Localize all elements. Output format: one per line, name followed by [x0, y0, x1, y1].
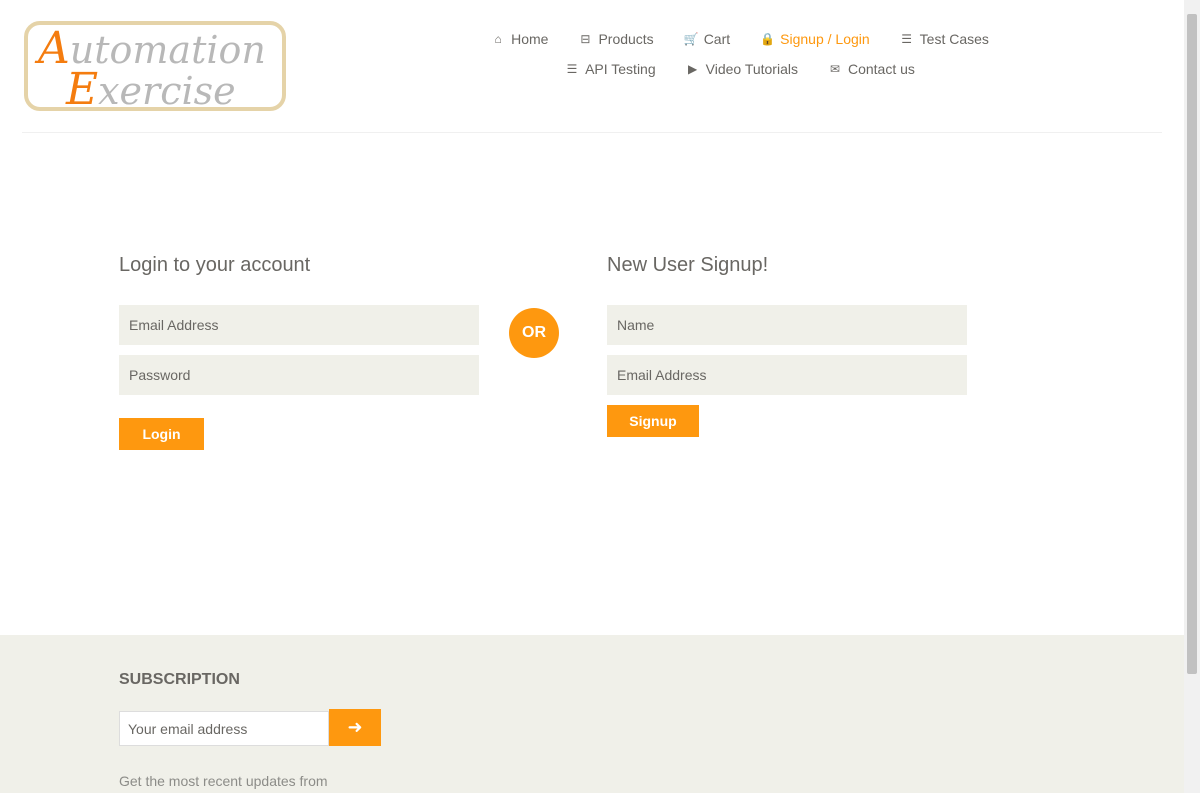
nav-test-cases[interactable]: ☰ Test Cases: [900, 30, 989, 48]
envelope-icon: ✉: [829, 62, 841, 76]
list-icon: ☰: [901, 32, 913, 46]
nav-label: Cart: [703, 31, 731, 47]
nav-label: Contact us: [847, 61, 915, 77]
subscription-title: SUBSCRIPTION: [119, 671, 240, 688]
briefcase-icon: ⊟: [580, 32, 591, 46]
page: Automation Exercise ⌂ Home ⊟ Products 🛒 Car…: [0, 0, 1184, 793]
nav-api-testing[interactable]: ☰ API Testing: [565, 60, 656, 78]
login-title: Login to your account: [119, 254, 311, 276]
scrollbar-thumb[interactable]: [1187, 14, 1197, 674]
signup-button[interactable]: Signup: [607, 405, 699, 437]
nav-signup-login[interactable]: 🔒 Signup / Login: [760, 30, 870, 48]
subscription-text: Get the most recent updates from: [119, 773, 328, 789]
logo-text: xercise: [98, 69, 236, 113]
footer: SUBSCRIPTION ➜ Get the most recent updat…: [0, 635, 1184, 793]
nav-label: Signup / Login: [780, 31, 870, 47]
nav-label: API Testing: [585, 61, 656, 77]
logo-text: utomation: [69, 28, 266, 72]
nav-contact-us[interactable]: ✉ Contact us: [828, 60, 915, 78]
main-nav: ⌂ Home ⊟ Products 🛒 Cart 🔒 Signup / Login ☰ T…: [420, 30, 1060, 78]
nav-label: Products: [598, 31, 654, 47]
logo[interactable]: Automation Exercise: [24, 21, 286, 113]
cart-icon: 🛒: [683, 32, 699, 46]
lock-icon: 🔒: [760, 32, 776, 46]
logo-text: A: [38, 23, 70, 74]
scrollbar[interactable]: [1184, 0, 1200, 793]
nav-label: Home: [511, 31, 549, 47]
signup-name-input[interactable]: [607, 305, 967, 345]
youtube-play-icon: ▶: [688, 62, 698, 76]
signup-email-input[interactable]: [607, 355, 967, 395]
login-email-input[interactable]: [119, 305, 479, 345]
header-divider: [22, 132, 1162, 133]
logo-text: E: [66, 64, 99, 115]
nav-cart[interactable]: 🛒 Cart: [684, 30, 730, 48]
nav-video-tutorials[interactable]: ▶ Video Tutorials: [686, 60, 798, 78]
arrow-circle-right-icon: ➜: [347, 717, 363, 737]
nav-label: Test Cases: [919, 31, 989, 47]
or-badge: OR: [509, 308, 559, 358]
subscribe-email-input[interactable]: [119, 711, 329, 746]
list-icon: ☰: [566, 62, 578, 76]
nav-products[interactable]: ⊟ Products: [578, 30, 653, 48]
login-button[interactable]: Login: [119, 418, 204, 450]
signup-title: New User Signup!: [607, 254, 769, 276]
nav-label: Video Tutorials: [705, 61, 798, 77]
nav-home[interactable]: ⌂ Home: [491, 30, 548, 48]
subscribe-button[interactable]: ➜: [329, 709, 381, 746]
home-icon: ⌂: [494, 32, 502, 46]
login-password-input[interactable]: [119, 355, 479, 395]
